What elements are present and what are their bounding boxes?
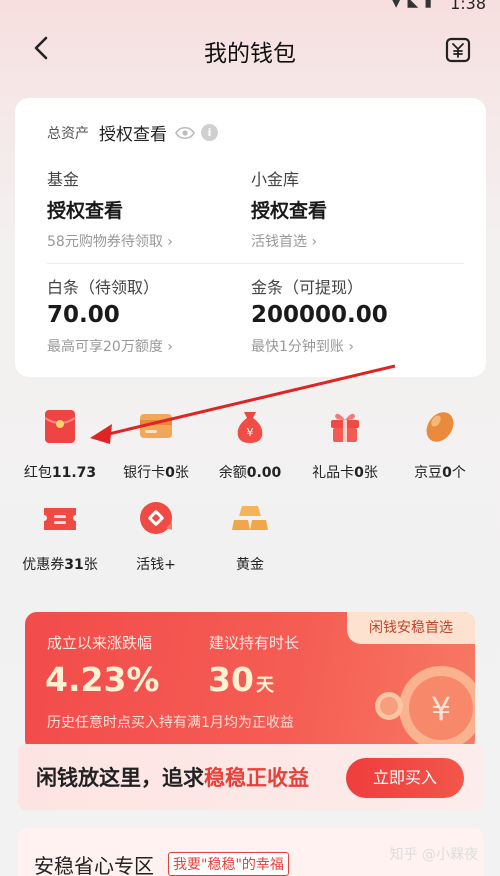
status-icons: ▼◣▮ xyxy=(390,0,438,10)
eye-icon[interactable] xyxy=(175,126,195,140)
grid-label: 银行卡 xyxy=(123,465,166,481)
fund-value: 授权查看 xyxy=(47,200,124,222)
info-icon[interactable]: i xyxy=(201,124,218,141)
coupon-icon xyxy=(44,508,76,530)
bank-card-icon xyxy=(140,414,172,438)
gift-icon xyxy=(331,413,359,442)
cta-text: 闲钱放这里，追求稳稳正收益 xyxy=(36,762,309,792)
grid-count: 11.73 xyxy=(51,465,97,481)
divider xyxy=(47,263,464,264)
vault-value: 授权查看 xyxy=(251,200,328,222)
total-assets-row: 总资产 授权查看 i xyxy=(47,120,218,145)
cta-bar: 闲钱放这里，追求稳稳正收益 立即买入 xyxy=(18,744,484,810)
grid-label: 活钱+ xyxy=(136,557,176,573)
status-time: 1:38 xyxy=(450,0,486,13)
fund-sub-link[interactable]: 58元购物券待领取 › xyxy=(47,231,247,251)
jintiao-label: 金条（可提现） xyxy=(251,278,364,297)
promo-tag: 闲钱安稳首选 xyxy=(347,612,475,644)
grid-label: 优惠券 xyxy=(22,557,65,573)
flexible-cash-icon xyxy=(140,502,172,534)
grid-label: 黄金 xyxy=(236,557,264,573)
grid-count: 0 xyxy=(354,465,364,481)
svg-text:¥: ¥ xyxy=(247,426,254,439)
promo-note: 历史任意时点买入持有满1月均为正收益 xyxy=(47,715,294,731)
cta-text-prefix: 闲钱放这里，追求 xyxy=(36,766,204,790)
promo-label-return: 成立以来涨跌幅 xyxy=(47,634,153,652)
baitiao-label: 白条（待领取） xyxy=(47,278,160,297)
baitiao-sub-link[interactable]: 最高可享20万额度 › xyxy=(47,336,247,356)
grid-label: 红包 xyxy=(23,465,52,481)
total-assets-label: 总资产 xyxy=(47,125,89,142)
grid-label: 京豆 xyxy=(414,465,443,481)
promo-label-hold: 建议持有时长 xyxy=(209,634,300,652)
grid-count: 0 xyxy=(165,465,175,481)
grid-label: 礼品卡 xyxy=(312,465,355,481)
grid-suffix: 张 xyxy=(174,465,189,481)
grid-item-gift-card[interactable]: 礼品卡0张 xyxy=(295,406,395,482)
coins-icon: ¥ xyxy=(375,666,475,750)
status-bar: ▼◣▮ 1:38 xyxy=(0,0,500,14)
grid-count: 0 xyxy=(442,465,452,481)
baitiao-cell[interactable]: 白条（待领取） 70.00 最高可享20万额度 › xyxy=(47,274,247,356)
buy-now-button[interactable]: 立即买入 xyxy=(346,758,464,798)
fund-label: 基金 xyxy=(47,170,80,189)
promo-value-hold: 30 天 xyxy=(208,660,274,699)
grid-suffix: 张 xyxy=(83,557,98,573)
assets-card: 总资产 授权查看 i 基金 授权查看 58元购物券待领取 › 小金库 授权查看 … xyxy=(15,98,486,377)
vault-sub-link[interactable]: 活钱首选 › xyxy=(251,231,451,251)
jintiao-value: 200000.00 xyxy=(251,302,388,328)
total-assets-value[interactable]: 授权查看 xyxy=(99,120,167,145)
watermark: 知乎 @小槑夜 xyxy=(389,847,478,863)
cta-text-highlight: 稳稳正收益 xyxy=(204,766,309,790)
grid-item-gold[interactable]: 黄金 xyxy=(200,498,300,574)
grid-label: 余额 xyxy=(218,465,247,481)
jintiao-cell[interactable]: 金条（可提现） 200000.00 最快1分钟到账 › xyxy=(251,274,451,356)
grid-count: 31 xyxy=(64,557,84,573)
money-bag-icon: ¥ xyxy=(237,412,263,443)
promo-hold-unit: 天 xyxy=(255,675,274,696)
promo-value-return: 4.23% xyxy=(45,660,160,699)
bill-icon[interactable] xyxy=(444,36,472,64)
grid-item-bank-card[interactable]: 银行卡0张 xyxy=(106,406,206,482)
baitiao-value: 70.00 xyxy=(47,302,120,328)
promo-card[interactable]: 闲钱安稳首选 成立以来涨跌幅 建议持有时长 4.23% 30 天 历史任意时点买入… xyxy=(25,612,475,752)
fund-cell[interactable]: 基金 授权查看 58元购物券待领取 › xyxy=(47,166,247,251)
svg-text:¥: ¥ xyxy=(431,690,451,728)
grid-item-coupon[interactable]: 优惠券31张 xyxy=(10,498,110,574)
vault-cell[interactable]: 小金库 授权查看 活钱首选 › xyxy=(251,166,451,251)
grid-count: 0.00 xyxy=(246,465,282,481)
grid-item-flexible-cash[interactable]: 活钱+ xyxy=(106,498,206,574)
section-slogan: 我要"稳稳"的幸福 xyxy=(168,852,289,876)
bean-icon xyxy=(426,412,454,442)
page-title: 我的钱包 xyxy=(204,41,296,67)
nav-bar: 我的钱包 xyxy=(0,22,500,78)
grid-item-jingdou[interactable]: 京豆0个 xyxy=(390,406,490,482)
jintiao-sub-link[interactable]: 最快1分钟到账 › xyxy=(251,336,451,356)
section-title: 安稳省心专区 xyxy=(34,854,154,876)
promo-hold-number: 30 xyxy=(208,660,254,699)
grid-item-balance[interactable]: ¥ 余额0.00 xyxy=(200,406,300,482)
red-envelope-icon xyxy=(44,410,76,443)
grid-suffix: 个 xyxy=(451,465,466,481)
grid-suffix: 张 xyxy=(363,465,378,481)
gold-bars-icon xyxy=(232,506,268,530)
vault-label: 小金库 xyxy=(251,170,300,189)
grid-item-red-envelope[interactable]: 红包11.73 xyxy=(10,406,110,482)
